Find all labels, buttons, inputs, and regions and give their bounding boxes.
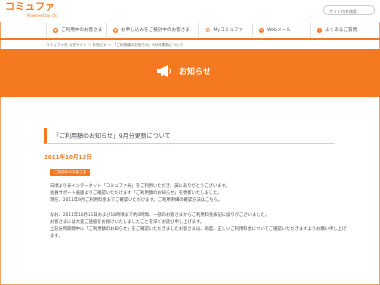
- page-hero: お知らせ: [0, 49, 380, 97]
- body-paragraph: お客さまには大変ご迷惑をお掛けいたしましたことを深くお詫び申し上げます。: [50, 219, 205, 225]
- megaphone-icon: [157, 65, 171, 77]
- article-title: 「ご利用額のお知らせ」9月分更新について: [44, 128, 334, 144]
- logo-subtext: Powered by ctc: [27, 13, 58, 18]
- person-icon: ●: [113, 27, 118, 33]
- nav-item-my-commufa[interactable]: ⚙ Myコミュファ: [198, 23, 252, 37]
- nav-item-label: Myコミュファ: [213, 28, 244, 33]
- breadcrumb[interactable]: コミュファ光 公式サイト ＞ お知らせ ＞ 「ご利用額のお知らせ」9月分更新につ…: [46, 43, 183, 48]
- search-input[interactable]: [323, 5, 375, 15]
- question-icon: ?: [317, 27, 322, 33]
- article-body: 日頃より光インターネット「コミュファ光」をご利用いただき、誠にありがとうございま…: [50, 183, 350, 240]
- page-title: お知らせ: [179, 66, 211, 76]
- body-paragraph: 現在、2011年9月ご利用料金までご確認いただけます。ご利用明細の確認方法はこち…: [50, 198, 223, 204]
- mail-icon: ✉: [259, 27, 264, 33]
- body-paragraph: 日頃より光インターネット「コミュファ光」をご利用いただき、誠にありがとうございま…: [50, 184, 230, 189]
- nav-underline: [0, 38, 380, 40]
- logo-text: コミュファ: [5, 2, 55, 13]
- body-paragraph: 会員サポート画面よりご確認いただけます「ご利用額のお知らせ」を更新いたしました。: [50, 191, 222, 197]
- nav-item-current-customers[interactable]: ● ご利用中のお客さま: [46, 23, 106, 37]
- body-paragraph: なお、2011年10月11日および18時頃まで約3時間、一部のお客さまからご利用…: [50, 212, 270, 218]
- article-date: 2011年10月12日: [44, 155, 92, 161]
- nav-item-label: Webメール: [267, 28, 291, 33]
- category-tag: ご利用中のお客さま: [50, 169, 91, 176]
- gear-icon: ⚙: [205, 26, 211, 34]
- nav-item-label: よくあるご質問: [325, 28, 358, 33]
- logo[interactable]: コミュファ Powered by ctc: [5, 2, 57, 19]
- nav-item-label: お申し込みをご検討中のお客さま: [121, 28, 190, 33]
- nav-item-prospective-customers[interactable]: ● お申し込みをご検討中のお客さま: [106, 23, 198, 37]
- person-icon: ●: [53, 27, 58, 33]
- nav-item-faq[interactable]: ? よくあるご質問: [310, 23, 374, 37]
- site-header: コミュファ Powered by ctc: [0, 0, 380, 22]
- nav-item-label: ご利用中のお客さま: [61, 28, 103, 33]
- global-nav: ● ご利用中のお客さま ● お申し込みをご検討中のお客さま ⚙ Myコミュファ …: [46, 23, 374, 37]
- nav-item-webmail[interactable]: ✉ Webメール: [252, 23, 310, 37]
- body-paragraph: 上記分時期間中に「ご利用額のお知らせ」をご確認いただきましたお客さまは、再度、正…: [50, 227, 347, 240]
